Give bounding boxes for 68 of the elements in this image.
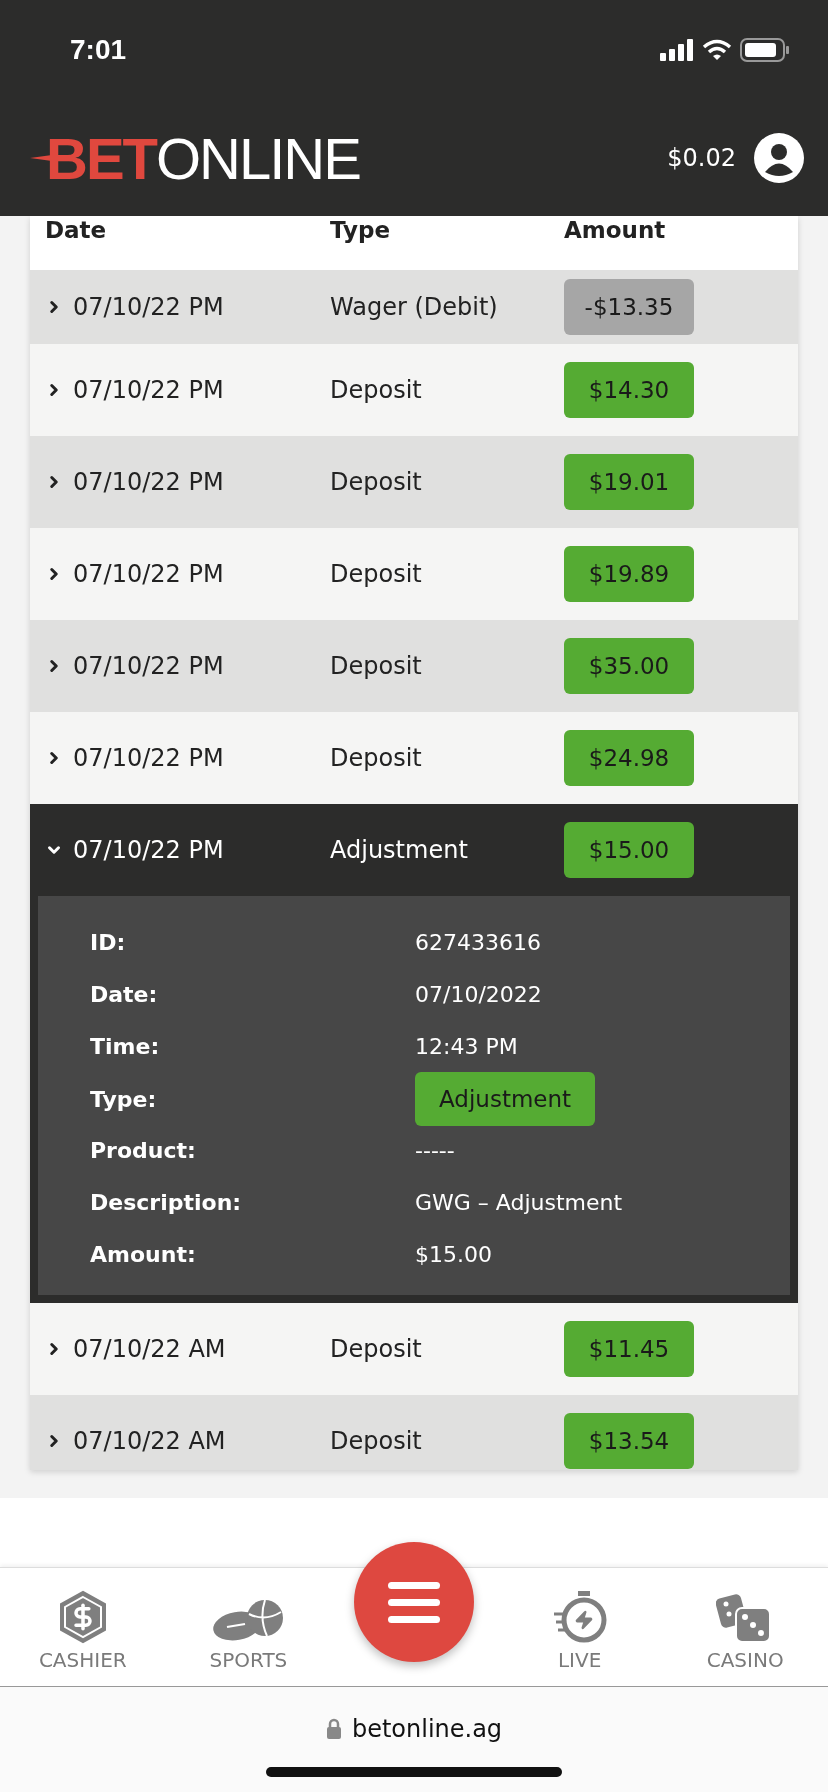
type-cell-text: Deposit — [330, 468, 423, 496]
column-header: Date — [45, 216, 108, 244]
nav-tab[interactable]: LIVE — [496, 1568, 663, 1686]
transaction-row[interactable]: 07/10/22 PM Wager (Debit) -$13.35 — [30, 270, 798, 344]
detail-label: Description: — [90, 1189, 243, 1215]
type-cell-text: Deposit — [330, 1335, 423, 1363]
type-cell-text: Deposit — [330, 744, 423, 772]
type-cell-text: Deposit — [330, 1427, 423, 1455]
transaction-row[interactable]: 07/10/22 PM Adjustment $15.00 — [30, 804, 798, 896]
amount-badge: -$13.35 — [564, 279, 694, 335]
detail-label: Type: — [90, 1086, 158, 1112]
amount-badge: $19.89 — [564, 546, 694, 602]
transaction-row[interactable]: 07/10/22 AM Deposit $11.45 — [30, 1303, 798, 1395]
date-cell: 07/10/22 PM — [73, 652, 224, 680]
amount-badge: $19.01 — [564, 454, 694, 510]
detail-label: Date: — [90, 981, 159, 1007]
detail-value: 07/10/2022 — [415, 981, 543, 1007]
date-cell: 07/10/22 AM — [73, 1335, 226, 1363]
detail-value: GWG – Adjustment — [415, 1189, 624, 1215]
type-cell-text: Wager (Debit) — [330, 293, 499, 321]
type-cell-text: Adjustment — [330, 836, 469, 864]
column-header: Amount — [564, 216, 667, 244]
stopwatch-icon — [551, 1590, 608, 1644]
transaction-row[interactable]: 07/10/22 AM Deposit $13.54 — [30, 1395, 798, 1470]
amount-badge: $13.54 — [564, 1413, 694, 1469]
amount-badge: $14.30 — [564, 362, 694, 418]
nav-tab[interactable]: SPORTS — [165, 1568, 332, 1686]
transaction-row[interactable]: 07/10/22 PM Deposit $14.30 — [30, 344, 798, 436]
signal-icon — [660, 39, 694, 61]
menu-button[interactable] — [354, 1542, 474, 1662]
type-cell-text: Deposit — [330, 560, 423, 588]
amount-badge: $11.45 — [564, 1321, 694, 1377]
battery-icon — [740, 38, 790, 62]
amount-badge: $15.00 — [564, 822, 694, 878]
date-cell: 07/10/22 PM — [73, 836, 224, 864]
type-cell-text: Deposit — [330, 376, 423, 404]
detail-value: 12:43 PM — [415, 1033, 519, 1059]
transaction-row[interactable]: 07/10/22 PM Deposit $24.98 — [30, 712, 798, 804]
date-cell: 07/10/22 AM — [73, 1427, 226, 1455]
detail-label: ID: — [90, 929, 127, 955]
nav-tab[interactable]: CASHIER — [0, 1568, 166, 1686]
transaction-row[interactable]: 07/10/22 PM Deposit $35.00 — [30, 620, 798, 712]
detail-label: Product: — [90, 1137, 197, 1163]
wifi-icon — [702, 39, 732, 61]
column-header: Type — [330, 216, 391, 244]
type-cell-text: Deposit — [330, 652, 423, 680]
clock-time: 7:01 — [70, 34, 127, 66]
detail-label: Amount: — [90, 1241, 197, 1267]
account-balance: $0.02 — [667, 144, 736, 172]
date-cell: 07/10/22 PM — [73, 744, 224, 772]
date-cell: 07/10/22 PM — [73, 376, 224, 404]
amount-badge: $24.98 — [564, 730, 694, 786]
detail-label: Time: — [90, 1033, 161, 1059]
date-cell: 07/10/22 PM — [73, 293, 224, 321]
detail-value: ----- — [415, 1137, 456, 1163]
amount-badge: $35.00 — [564, 638, 694, 694]
date-cell: 07/10/22 PM — [73, 560, 224, 588]
betonline-logo[interactable]: BETONLINE — [30, 124, 360, 192]
transaction-row[interactable]: 07/10/22 PM Deposit $19.01 — [30, 436, 798, 528]
lock-icon — [325, 1718, 342, 1740]
date-cell: 07/10/22 PM — [73, 468, 224, 496]
detail-value: $15.00 — [415, 1241, 493, 1267]
transaction-row[interactable]: 07/10/22 PM Deposit $19.89 — [30, 528, 798, 620]
detail-value: 627433616 — [415, 929, 542, 955]
type-badge: Adjustment — [415, 1072, 596, 1126]
account-icon[interactable] — [754, 133, 804, 183]
address-bar[interactable]: betonline.ag — [325, 1715, 503, 1743]
nav-tab[interactable]: CASINO — [662, 1568, 828, 1686]
